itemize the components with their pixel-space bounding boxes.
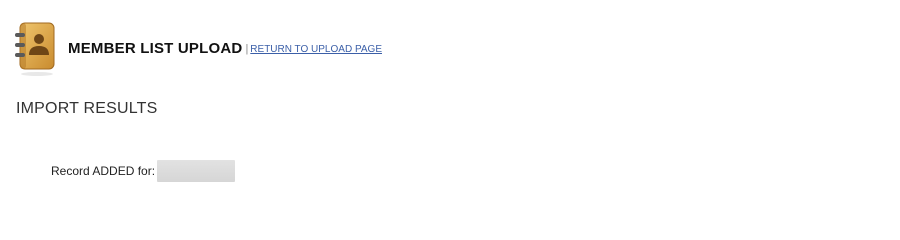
result-row: Record ADDED for: bbox=[51, 160, 236, 182]
page-header: MEMBER LIST UPLOAD | RETURN TO UPLOAD PA… bbox=[12, 18, 382, 78]
return-to-upload-link[interactable]: RETURN TO UPLOAD PAGE bbox=[250, 44, 382, 55]
title-separator: | bbox=[245, 43, 249, 55]
redacted-record-name bbox=[157, 160, 236, 182]
address-book-icon bbox=[12, 19, 58, 77]
section-title: IMPORT RESULTS bbox=[16, 100, 158, 117]
page-title: MEMBER LIST UPLOAD bbox=[68, 39, 243, 57]
result-label: Record ADDED for: bbox=[51, 164, 156, 178]
